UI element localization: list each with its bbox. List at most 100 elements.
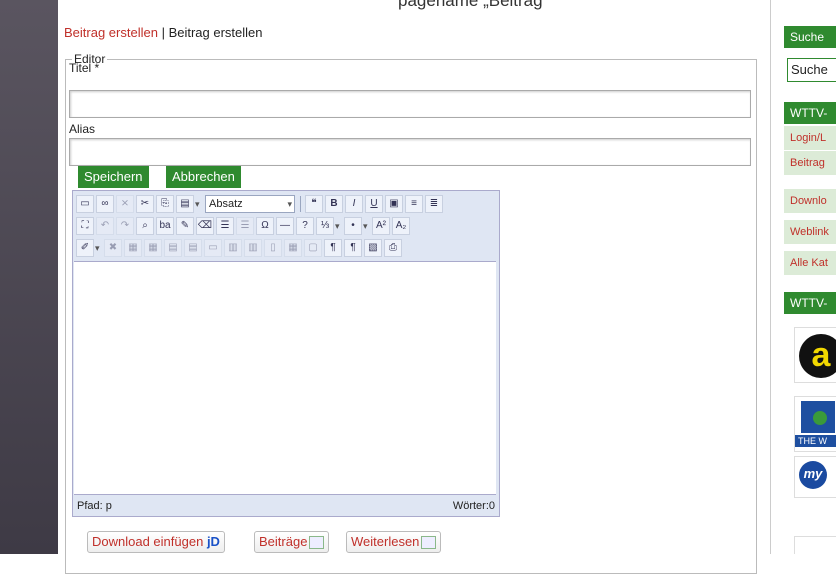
delete-col-icon[interactable]: ▯ xyxy=(264,239,282,257)
paste-dropdown-icon[interactable]: ▾ xyxy=(195,199,203,210)
toolbar-row-2: ⛶ ↶ ↷ ⌕ ba ✎ ⌫ ☰ ☰ Ω — ? ⅓ ▾ • ▾ A² A₂ xyxy=(75,216,411,236)
insert-row-before-icon[interactable]: ▤ xyxy=(164,239,182,257)
title-input[interactable] xyxy=(69,90,751,118)
save-button[interactable]: Speichern xyxy=(78,166,149,188)
edit-icon[interactable]: ✐ xyxy=(76,239,94,257)
bullet-list-dropdown-icon[interactable]: ▾ xyxy=(363,221,371,232)
partner-logo-a-mark: a xyxy=(799,334,836,378)
partner-logo-4[interactable] xyxy=(794,536,836,554)
insert-readmore-label: Weiterlesen xyxy=(351,534,420,549)
table-row-props-icon[interactable]: ▦ xyxy=(124,239,142,257)
breadcrumb-link[interactable]: Beitrag erstellen xyxy=(64,25,158,40)
toolbar-row-1: ▭ ∞ ⨯ ✂ ⎘ ▤ ▾ Absatz ❝ B I U ▣ ≡ ≣ xyxy=(75,194,444,214)
sidebar-divider xyxy=(770,0,771,554)
insert-download-label: Download einfügen xyxy=(92,534,204,549)
insert-articles-button[interactable]: Beiträge xyxy=(254,531,330,553)
search-header: Suche xyxy=(784,26,836,48)
breadcrumb-separator: | xyxy=(157,25,169,40)
partner-logo-w-dot xyxy=(813,411,827,425)
template-icon[interactable]: ▣ xyxy=(385,195,403,213)
cleanup-icon[interactable]: ✎ xyxy=(176,217,194,235)
delete-row-icon[interactable]: ▭ xyxy=(204,239,222,257)
paste-icon[interactable]: ▤ xyxy=(176,195,194,213)
table-cell-props-icon[interactable]: ▦ xyxy=(144,239,162,257)
edit-dropdown-icon[interactable]: ▾ xyxy=(95,243,103,254)
sidebar-item-categories[interactable]: Alle Kat xyxy=(784,251,836,276)
blockquote-icon[interactable]: ❝ xyxy=(305,195,323,213)
sidebar-item-beitrag[interactable]: Beitrag xyxy=(784,151,836,176)
partner-logo-a[interactable]: a xyxy=(794,327,836,383)
horizontal-rule-icon[interactable]: — xyxy=(276,217,294,235)
numbered-list-dropdown-icon[interactable]: ▾ xyxy=(335,221,343,232)
editor-statusbar: Pfad: p Wörter:0 xyxy=(77,500,495,512)
copy-icon[interactable]: ⎘ xyxy=(156,195,174,213)
redo-icon[interactable]: ↷ xyxy=(116,217,134,235)
help-icon[interactable]: ? xyxy=(296,217,314,235)
breadcrumb-current: Beitrag erstellen xyxy=(168,25,263,40)
subscript-icon[interactable]: A₂ xyxy=(392,217,410,235)
toolbar-row-3: ✐ ▾ ✖ ▦ ▦ ▤ ▤ ▭ ▥ ▥ ▯ ▦ ▢ ¶ ¶ ▧ ⎙ xyxy=(75,238,403,258)
unlink-icon[interactable]: ⨯ xyxy=(116,195,134,213)
align-center-icon[interactable]: ☰ xyxy=(216,217,234,235)
cut-icon[interactable]: ✂ xyxy=(136,195,154,213)
find-icon[interactable]: ⌕ xyxy=(136,217,154,235)
special-char-icon[interactable]: Ω xyxy=(256,217,274,235)
italic-icon[interactable]: I xyxy=(345,195,363,213)
insert-file-icon[interactable]: ▧ xyxy=(364,239,382,257)
rich-text-editor: ▭ ∞ ⨯ ✂ ⎘ ▤ ▾ Absatz ❝ B I U ▣ ≡ ≣ ⛶ ↶ ↷… xyxy=(72,190,500,517)
eraser-icon[interactable]: ⌫ xyxy=(196,217,214,235)
top-clipped-text: pagename „Beitrag xyxy=(58,0,770,18)
document-icon xyxy=(421,536,437,550)
top-strip-label: pagename „Beitrag xyxy=(398,0,543,10)
status-word-count: Wörter:0 xyxy=(452,500,495,512)
format-select[interactable]: Absatz xyxy=(205,195,295,213)
sidebar-item-downloads[interactable]: Downlo xyxy=(784,189,836,214)
breadcrumb: Beitrag erstellen | Beitrag erstellen xyxy=(64,25,263,40)
partners-header: WTTV- xyxy=(784,292,836,314)
align-right-icon[interactable]: ☰ xyxy=(236,217,254,235)
partner-logo-my[interactable]: my xyxy=(794,456,836,498)
link-icon[interactable]: ∞ xyxy=(96,195,114,213)
insert-row-after-icon[interactable]: ▤ xyxy=(184,239,202,257)
insert-col-after-icon[interactable]: ▥ xyxy=(244,239,262,257)
bullet-list-icon[interactable]: • xyxy=(344,217,362,235)
alias-input[interactable] xyxy=(69,138,751,166)
replace-icon[interactable]: ba xyxy=(156,217,174,235)
delete-table-icon[interactable]: ✖ xyxy=(104,239,122,257)
underline-icon[interactable]: U xyxy=(365,195,383,213)
partner-logo-w-caption: THE W xyxy=(795,435,836,447)
menu-header: WTTV- xyxy=(784,102,836,124)
rtl-icon[interactable]: ¶ xyxy=(344,239,362,257)
fullscreen-icon[interactable]: ⛶ xyxy=(76,217,94,235)
align-justify-icon[interactable]: ≣ xyxy=(425,195,443,213)
insert-readmore-button[interactable]: Weiterlesen xyxy=(346,531,442,553)
title-label: Titel * xyxy=(69,61,100,75)
ltr-icon[interactable]: ¶ xyxy=(324,239,342,257)
status-path: Pfad: p xyxy=(77,500,112,512)
editor-content-area[interactable] xyxy=(74,261,496,495)
insert-download-button[interactable]: Download einfügen jD xyxy=(87,531,225,553)
superscript-icon[interactable]: A² xyxy=(372,217,390,235)
split-cells-icon[interactable]: ▦ xyxy=(284,239,302,257)
alias-label: Alias xyxy=(69,122,96,136)
sidebar-item-login[interactable]: Login/L xyxy=(784,126,836,151)
merge-cells-icon[interactable]: ▢ xyxy=(304,239,322,257)
undo-icon[interactable]: ↶ xyxy=(96,217,114,235)
right-sidebar: Suche Suche WTTV- Login/L Beitrag Downlo… xyxy=(784,0,836,554)
bold-icon[interactable]: B xyxy=(325,195,343,213)
document-icon xyxy=(309,536,325,550)
partner-logo-w[interactable]: THE W xyxy=(794,396,836,452)
image-icon[interactable]: ▭ xyxy=(76,195,94,213)
cancel-button[interactable]: Abbrechen xyxy=(166,166,241,188)
print-icon[interactable]: ⎙ xyxy=(384,239,402,257)
sidebar-item-weblinks[interactable]: Weblink xyxy=(784,220,836,245)
left-decoration-bar xyxy=(0,0,58,554)
align-left-icon[interactable]: ≡ xyxy=(405,195,423,213)
toolbar-separator xyxy=(300,196,301,212)
numbered-list-icon[interactable]: ⅓ xyxy=(316,217,334,235)
insert-col-before-icon[interactable]: ▥ xyxy=(224,239,242,257)
partner-logo-my-mark: my xyxy=(799,461,827,489)
main-content: Beitrag erstellen | Beitrag erstellen Ed… xyxy=(58,18,770,574)
search-input[interactable]: Suche xyxy=(787,58,836,82)
jdownloads-icon: jD xyxy=(206,534,220,549)
